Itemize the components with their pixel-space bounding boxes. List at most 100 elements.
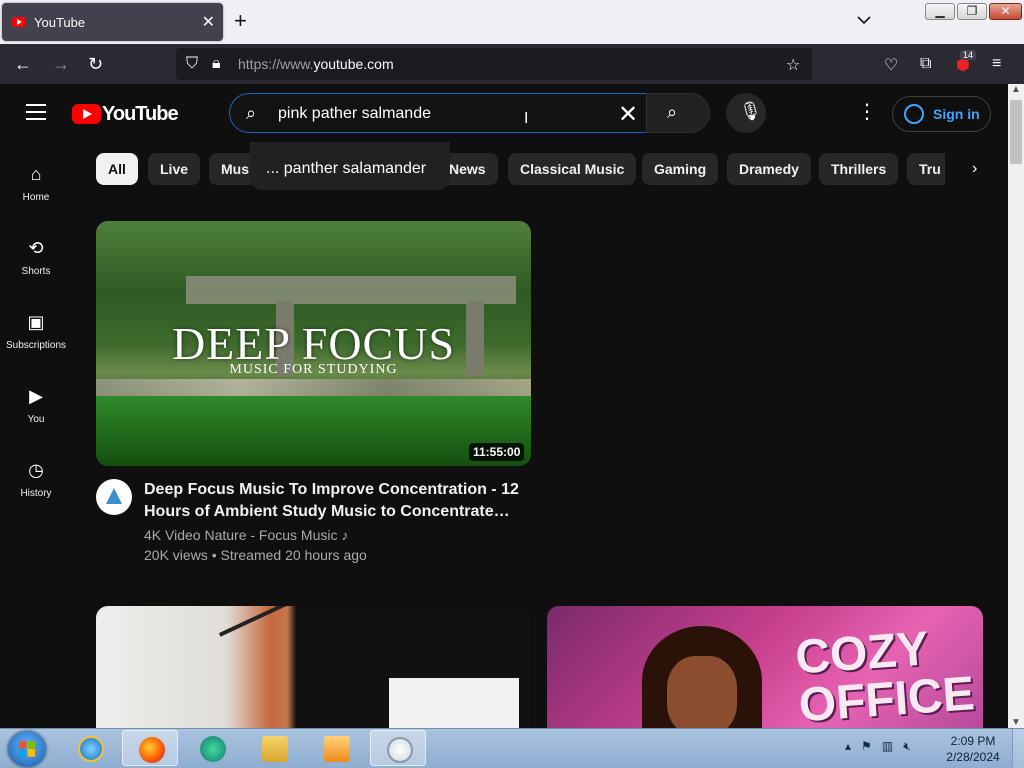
taskbar-firefox[interactable] bbox=[122, 730, 178, 766]
new-tab-button[interactable]: + bbox=[234, 9, 247, 33]
thumbnail-face bbox=[667, 656, 737, 728]
more-options-icon[interactable]: ⋮ bbox=[857, 102, 877, 122]
thumbnail-bridge bbox=[186, 276, 516, 304]
window-minimize-button[interactable]: ▁ bbox=[925, 3, 955, 20]
video-title[interactable]: Deep Focus Music To Improve Concentratio… bbox=[144, 479, 524, 523]
sidebar-item-shorts[interactable]: ⟲ Shorts bbox=[0, 238, 72, 277]
taskbar-file-explorer[interactable] bbox=[246, 730, 302, 766]
sign-in-label: Sign in bbox=[933, 106, 980, 122]
system-tray[interactable]: ▴ ⚑ ▥ 🔇︎ bbox=[845, 739, 911, 754]
network-icon[interactable]: ▥ bbox=[882, 739, 893, 753]
search-input[interactable] bbox=[278, 103, 598, 125]
scrollbar-thumb[interactable] bbox=[1010, 100, 1022, 164]
search-button[interactable]: ⌕ bbox=[646, 93, 710, 133]
bookmark-star-icon[interactable]: ☆ bbox=[786, 55, 800, 75]
microphone-icon: 🎙︎ bbox=[739, 101, 762, 121]
chip-live[interactable]: Live bbox=[148, 153, 201, 185]
browser-tab-bar: YouTube ✕ + ▁ ❐ ✕ bbox=[0, 0, 1024, 44]
youtube-play-icon bbox=[72, 104, 101, 124]
taskbar-media-player[interactable] bbox=[308, 730, 364, 766]
lock-icon[interactable]: 🔒︎ bbox=[212, 55, 221, 73]
text-cursor-icon: I bbox=[524, 110, 529, 127]
history-icon: ◷ bbox=[28, 460, 44, 480]
start-button[interactable] bbox=[8, 731, 46, 767]
extensions-icon[interactable]: ⧉ bbox=[920, 55, 931, 73]
chip-true-crime[interactable]: Tru bbox=[907, 153, 945, 185]
video-thumbnail[interactable]: DEEP FOCUS MUSIC FOR STUDYING bbox=[96, 221, 531, 466]
home-icon: ⌂ bbox=[30, 164, 42, 184]
channel-avatar[interactable] bbox=[96, 479, 132, 515]
taskbar-internet-explorer[interactable] bbox=[62, 730, 118, 766]
sign-in-button[interactable]: Sign in bbox=[892, 96, 991, 132]
search-icon: ⌕ bbox=[246, 103, 257, 123]
clock-time: 2:09 PM bbox=[950, 734, 996, 748]
search-suggestion[interactable]: ... panther salamander bbox=[250, 142, 450, 190]
taskbar-clock-app[interactable] bbox=[370, 730, 426, 766]
thumbnail-water bbox=[96, 396, 531, 466]
chevron-down-icon[interactable] bbox=[856, 12, 872, 28]
thumbnail-light-rig bbox=[218, 606, 294, 637]
scroll-down-icon[interactable]: ▼ bbox=[1008, 717, 1024, 728]
address-bar[interactable]: ⛉ 🔒︎ https://www.youtube.com ☆ bbox=[176, 48, 812, 80]
window-close-button[interactable]: ✕ bbox=[989, 3, 1022, 20]
pocket-icon[interactable]: ♡ bbox=[884, 55, 898, 75]
video-thumbnail[interactable]: COZY OFFICE bbox=[547, 606, 983, 728]
menu-icon[interactable]: ≡ bbox=[992, 55, 1001, 73]
sidebar-item-history[interactable]: ◷ History bbox=[0, 460, 72, 499]
sidebar-item-you[interactable]: ▶ You bbox=[0, 386, 72, 425]
thumbnail-title: COZY OFFICE bbox=[793, 622, 977, 728]
subscriptions-icon: ▣ bbox=[27, 312, 45, 332]
sidebar-item-home[interactable]: ⌂ Home bbox=[0, 164, 72, 203]
taskbar-app[interactable] bbox=[184, 730, 240, 766]
vertical-scrollbar[interactable]: ▲ ▼ bbox=[1008, 84, 1024, 728]
thumbnail-screen bbox=[389, 678, 519, 728]
show-desktop-button[interactable] bbox=[1012, 729, 1024, 768]
scroll-up-icon[interactable]: ▲ bbox=[1008, 84, 1024, 95]
back-arrow-icon[interactable]: ← bbox=[14, 54, 32, 74]
video-meta: 20K views • Streamed 20 hours ago bbox=[144, 547, 367, 563]
app-icon bbox=[200, 736, 226, 762]
tab-youtube[interactable]: YouTube ✕ bbox=[2, 3, 223, 41]
logo-text: YouTube bbox=[102, 103, 179, 125]
clock-icon bbox=[387, 737, 413, 763]
clear-search-icon[interactable]: ✕ bbox=[618, 100, 638, 129]
volume-muted-icon[interactable]: 🔇︎ bbox=[903, 739, 911, 753]
url-text[interactable]: https://www.youtube.com bbox=[238, 56, 394, 72]
chip-gaming[interactable]: Gaming bbox=[642, 153, 719, 185]
extension-badge: 14 bbox=[960, 50, 977, 60]
sidebar-item-subscriptions[interactable]: ▣ Subscriptions bbox=[0, 312, 72, 351]
youtube-favicon-icon bbox=[12, 17, 26, 27]
window-restore-button[interactable]: ❐ bbox=[957, 3, 987, 20]
internet-explorer-icon bbox=[78, 736, 104, 762]
suggestion-text: ... panther salamander bbox=[266, 160, 427, 177]
chip-all[interactable]: All bbox=[96, 153, 138, 185]
video-thumbnail[interactable] bbox=[96, 606, 531, 728]
taskbar-clock[interactable]: 2:09 PM 2/28/2024 bbox=[940, 733, 1006, 765]
thumbnail-subtitle: MUSIC FOR STUDYING bbox=[229, 362, 398, 377]
chip-thrillers[interactable]: Thrillers bbox=[819, 153, 899, 185]
hamburger-menu-icon[interactable] bbox=[26, 104, 46, 120]
channel-name[interactable]: 4K Video Nature - Focus Music ♪ bbox=[144, 527, 348, 543]
user-icon bbox=[904, 104, 924, 124]
search-box[interactable]: ⌕ bbox=[229, 93, 647, 133]
shield-icon[interactable]: ⛉ bbox=[186, 55, 198, 73]
tray-expand-icon[interactable]: ▴ bbox=[845, 739, 851, 753]
tab-close-icon[interactable]: ✕ bbox=[202, 12, 215, 32]
chip-dramedy[interactable]: Dramedy bbox=[727, 153, 811, 185]
sidebar-item-label: Home bbox=[22, 192, 50, 203]
chip-classical-music[interactable]: Classical Music bbox=[508, 153, 637, 185]
reload-icon[interactable]: ↻ bbox=[88, 54, 103, 74]
clock-date: 2/28/2024 bbox=[946, 750, 1000, 764]
chevron-right-icon[interactable]: › bbox=[972, 160, 977, 178]
firefox-icon bbox=[139, 737, 165, 763]
media-player-icon bbox=[324, 736, 350, 762]
sidebar-item-label: History bbox=[20, 488, 52, 499]
shorts-icon: ⟲ bbox=[28, 238, 44, 258]
forward-arrow-icon[interactable]: → bbox=[52, 54, 70, 74]
video-duration: 11:55:00 bbox=[469, 443, 525, 461]
flag-icon[interactable]: ⚑ bbox=[861, 739, 872, 753]
browser-nav-bar: ← → ↻ ⛉ 🔒︎ https://www.youtube.com ☆ ♡ ⧉… bbox=[0, 44, 1024, 84]
your-channel-icon: ▶ bbox=[29, 386, 43, 406]
sidebar-item-label: You bbox=[27, 414, 45, 425]
voice-search-button[interactable]: 🎙︎ bbox=[726, 93, 766, 133]
